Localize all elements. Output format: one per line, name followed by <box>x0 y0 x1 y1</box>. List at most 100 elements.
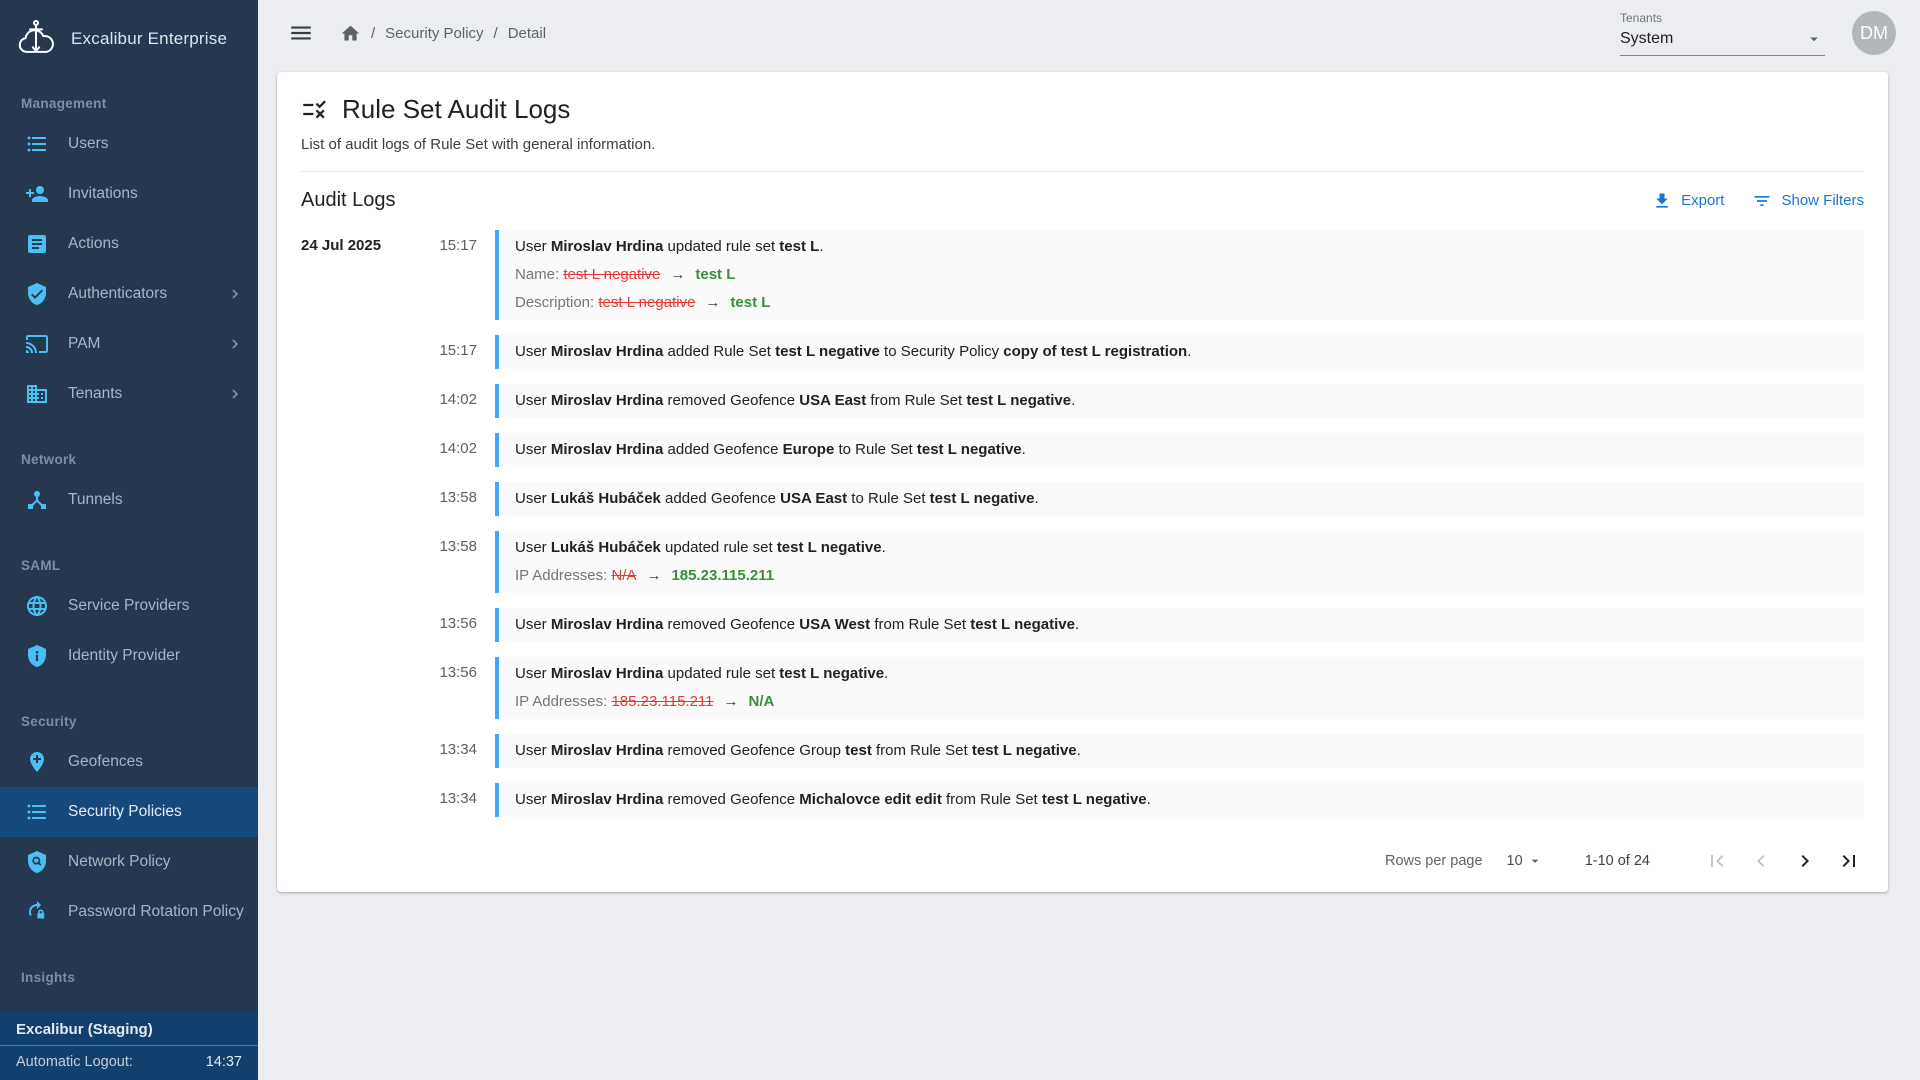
log-entry-line: User Miroslav Hrdina removed Geofence Mi… <box>515 790 1848 809</box>
log-time: 14:02 <box>419 384 495 418</box>
pin-plus-icon <box>25 750 49 774</box>
log-entry-line: User Miroslav Hrdina removed Geofence US… <box>515 615 1848 634</box>
log-date <box>301 433 419 467</box>
topbar: / Security Policy / Detail Tenants Syste… <box>258 0 1920 66</box>
log-entry: User Lukáš Hubáček updated rule set test… <box>495 531 1864 593</box>
chevron-right-icon <box>226 285 244 303</box>
rows-per-page-select[interactable]: 10 <box>1507 853 1543 869</box>
export-button-label: Export <box>1681 192 1724 209</box>
content-card: Rule Set Audit Logs List of audit logs o… <box>277 72 1888 892</box>
sidebar-item-label: Geofences <box>68 753 244 771</box>
sidebar-item-label: Users <box>68 135 244 153</box>
rows-per-page-value: 10 <box>1507 853 1523 869</box>
home-icon[interactable] <box>340 23 361 44</box>
change-arrow: → <box>670 266 685 283</box>
log-row: 14:02 User Miroslav Hrdina added Geofence… <box>301 433 1864 467</box>
log-time: 13:58 <box>419 482 495 516</box>
sidebar-item-users[interactable]: Users <box>0 119 258 169</box>
shield-info-icon <box>25 644 49 668</box>
sidebar-item-identity-provider[interactable]: Identity Provider <box>0 631 258 681</box>
log-time: 15:17 <box>419 230 495 320</box>
export-button[interactable]: Export <box>1652 191 1724 211</box>
chevron-left-icon <box>1749 849 1773 873</box>
avatar[interactable]: DM <box>1852 11 1896 55</box>
log-time: 15:17 <box>419 335 495 369</box>
breadcrumb-separator: / <box>371 25 375 42</box>
log-entry-line: IP Addresses: N/A→185.23.115.211 <box>515 566 1848 585</box>
log-time: 13:56 <box>419 608 495 642</box>
sidebar-item-actions[interactable]: Actions <box>0 219 258 269</box>
change-arrow: → <box>646 567 661 584</box>
log-date <box>301 783 419 817</box>
menu-icon[interactable] <box>288 20 314 46</box>
sidebar-item-label: PAM <box>68 335 226 353</box>
log-row: 13:56 User Miroslav Hrdina removed Geofen… <box>301 608 1864 642</box>
section-title: Audit Logs <box>301 189 396 212</box>
tenants-select[interactable]: Tenants System <box>1620 11 1825 56</box>
chevron-right-icon <box>1793 849 1817 873</box>
caret-down-icon <box>1527 853 1543 869</box>
breadcrumb-detail: Detail <box>508 25 546 42</box>
log-entry-line: User Miroslav Hrdina updated rule set te… <box>515 237 1848 256</box>
sidebar-item-pam[interactable]: PAM <box>0 319 258 369</box>
sidebar-section-label-saml: SAML <box>0 551 258 581</box>
first-page-icon <box>1705 849 1729 873</box>
sidebar-item-tenants[interactable]: Tenants <box>0 369 258 419</box>
show-filters-button[interactable]: Show Filters <box>1752 191 1864 211</box>
change-arrow: → <box>705 294 720 311</box>
log-row: 15:17User Miroslav Hrdina added Rule Set… <box>301 335 1864 369</box>
brand-name: Excalibur Enterprise <box>71 29 227 49</box>
sidebar-section-label-management: Management <box>0 89 258 119</box>
sidebar-item-network-policy[interactable]: Network Policy <box>0 837 258 887</box>
sidebar-item-invitations[interactable]: Invitations <box>0 169 258 219</box>
log-row: 13:56User Miroslav Hrdina updated rule s… <box>301 657 1864 719</box>
shield-check-icon <box>25 282 49 306</box>
log-row: 13:34 User Miroslav Hrdina removed Geofen… <box>301 783 1864 817</box>
log-time: 14:02 <box>419 433 495 467</box>
rotate-lock-icon <box>25 900 49 924</box>
log-time: 13:34 <box>419 783 495 817</box>
sidebar-footer: Excalibur (Staging) Automatic Logout: 14… <box>0 1012 258 1080</box>
main-area: / Security Policy / Detail Tenants Syste… <box>258 0 1920 1080</box>
audit-log-list: 24 Jul 202515:17 User Miroslav Hrdina upd… <box>277 224 1888 817</box>
sidebar-section-label-network: Network <box>0 445 258 475</box>
log-entry: User Miroslav Hrdina added Rule Set test… <box>495 335 1864 369</box>
chevron-right-icon <box>226 335 244 353</box>
log-row: 13:58User Lukáš Hubáček added Geofence U… <box>301 482 1864 516</box>
sidebar-item-label: Network Policy <box>68 853 244 871</box>
log-row: 13:58User Lukáš Hubáček updated rule set… <box>301 531 1864 593</box>
log-time: 13:56 <box>419 657 495 719</box>
sidebar-item-label: Security Policies <box>68 803 244 821</box>
article-icon <box>25 232 49 256</box>
rows-per-page-label: Rows per page <box>1385 853 1483 869</box>
log-date <box>301 531 419 593</box>
last-page-button[interactable] <box>1836 848 1862 874</box>
next-page-button[interactable] <box>1792 848 1818 874</box>
log-entry-line: User Miroslav Hrdina added Geofence Euro… <box>515 440 1848 459</box>
automatic-logout-label: Automatic Logout: <box>16 1054 133 1070</box>
tenants-select-value: System <box>1620 30 1673 48</box>
pagination-range: 1-10 of 24 <box>1585 853 1650 869</box>
sidebar-item-security-policies[interactable]: Security Policies <box>0 787 258 837</box>
page-title: Rule Set Audit Logs <box>342 94 570 125</box>
sidebar-item-authenticators[interactable]: Authenticators <box>0 269 258 319</box>
log-entry-line: User Lukáš Hubáček updated rule set test… <box>515 538 1848 557</box>
list-icon <box>25 800 49 824</box>
log-entry: User Miroslav Hrdina removed Geofence US… <box>495 384 1864 418</box>
sidebar-section-label-insights: Insights <box>0 963 258 993</box>
sidebar-item-service-providers[interactable]: Service Providers <box>0 581 258 631</box>
log-entry: User Miroslav Hrdina updated rule set te… <box>495 657 1864 719</box>
person-add-icon <box>25 182 49 206</box>
sidebar-item-geofences[interactable]: Geofences <box>0 737 258 787</box>
automatic-logout-timer: 14:37 <box>206 1054 242 1070</box>
sidebar-item-label: Actions <box>68 235 244 253</box>
sidebar-item-tunnels[interactable]: Tunnels <box>0 475 258 525</box>
breadcrumb-security-policy[interactable]: Security Policy <box>385 25 483 42</box>
log-date <box>301 608 419 642</box>
log-date <box>301 657 419 719</box>
log-date: 24 Jul 2025 <box>301 230 419 320</box>
sidebar-item-label: Tunnels <box>68 491 244 509</box>
brand-logo-icon <box>14 17 58 61</box>
caret-down-icon <box>1805 30 1823 48</box>
sidebar-item-password-rotation-policy[interactable]: Password Rotation Policy <box>0 887 258 937</box>
